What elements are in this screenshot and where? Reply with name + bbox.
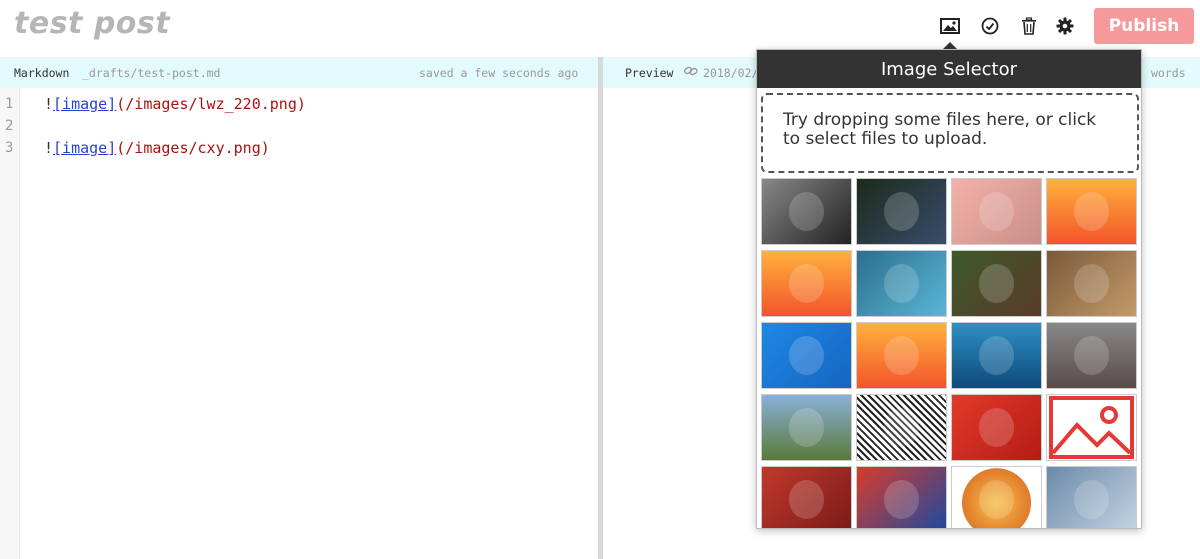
trash-icon[interactable] <box>1018 15 1040 37</box>
publish-button[interactable]: Publish <box>1094 8 1194 44</box>
permalink-text: 2018/02/ <box>703 66 759 80</box>
placeholder-image-icon <box>1049 396 1134 459</box>
markdown-link-url: (/images/lwz_220.png) <box>116 95 306 113</box>
markdown-link-text: [image] <box>53 139 117 157</box>
markdown-link-url: (/images/cxy.png) <box>116 139 270 157</box>
image-selector-popover: Image Selector Try dropping some files h… <box>756 49 1142 529</box>
image-thumbnail-sea-ship[interactable] <box>951 322 1042 389</box>
image-thumbnail-grid <box>761 178 1139 528</box>
image-thumbnail-kpmg-poster[interactable] <box>761 466 852 528</box>
image-thumbnail-monkey-cartoon[interactable] <box>761 250 852 317</box>
preview-mode-label: Preview <box>625 66 674 80</box>
image-icon[interactable] <box>939 15 961 37</box>
top-header: test post Publish <box>0 0 1200 56</box>
link-icon[interactable] <box>683 65 698 80</box>
image-thumbnail-rabbit[interactable] <box>951 250 1042 317</box>
image-thumbnail-horse-racing[interactable] <box>761 394 852 461</box>
gear-icon[interactable] <box>1054 15 1076 37</box>
line-number: 1 <box>5 96 14 112</box>
markdown-bang: ! <box>44 95 54 113</box>
image-thumbnail-stralive-poster[interactable] <box>856 466 947 528</box>
image-thumbnail-monkey-cartoon[interactable] <box>1046 178 1137 245</box>
image-thumbnail-qr-code[interactable] <box>856 394 947 461</box>
image-thumbnail-icheck-logo[interactable] <box>761 322 852 389</box>
image-thumbnail-monkey-cartoon[interactable] <box>856 322 947 389</box>
post-title[interactable]: test post <box>14 6 170 41</box>
image-thumbnail-red-papercut[interactable] <box>951 394 1042 461</box>
image-thumbnail-face-closeup[interactable] <box>951 178 1042 245</box>
editor-mode-label: Markdown <box>14 66 70 80</box>
image-thumbnail-placeholder-image[interactable] <box>1046 394 1137 461</box>
markdown-bang: ! <box>44 139 54 157</box>
pane-divider[interactable] <box>598 57 603 559</box>
word-count: words <box>1151 66 1186 80</box>
line-number-gutter <box>0 88 20 559</box>
image-thumbnail-portrait-man[interactable] <box>761 178 852 245</box>
image-thumbnail-race-car[interactable] <box>1046 322 1137 389</box>
markdown-link-text: [image] <box>53 95 117 113</box>
image-thumbnail-code-screenshot[interactable] <box>856 178 947 245</box>
check-circle-icon[interactable] <box>979 15 1001 37</box>
line-number: 2 <box>5 118 14 134</box>
image-thumbnail-orange-ornament[interactable] <box>951 466 1042 528</box>
upload-dropzone[interactable]: Try dropping some files here, or click t… <box>761 93 1139 173</box>
image-thumbnail-screaming-face[interactable] <box>1046 250 1137 317</box>
code-line[interactable]: ![image](/images/lwz_220.png) <box>44 95 306 113</box>
line-number: 3 <box>5 140 14 156</box>
image-thumbnail-blue-monkey[interactable] <box>856 250 947 317</box>
file-path: _drafts/test-post.md <box>82 66 221 80</box>
image-thumbnail-tornado-art[interactable] <box>1046 466 1137 528</box>
code-line[interactable]: ![image](/images/cxy.png) <box>44 139 270 157</box>
save-status: saved a few seconds ago <box>419 66 579 80</box>
popover-title: Image Selector <box>757 50 1141 88</box>
editor-status-bar: Markdown _drafts/test-post.md saved a fe… <box>0 57 598 88</box>
